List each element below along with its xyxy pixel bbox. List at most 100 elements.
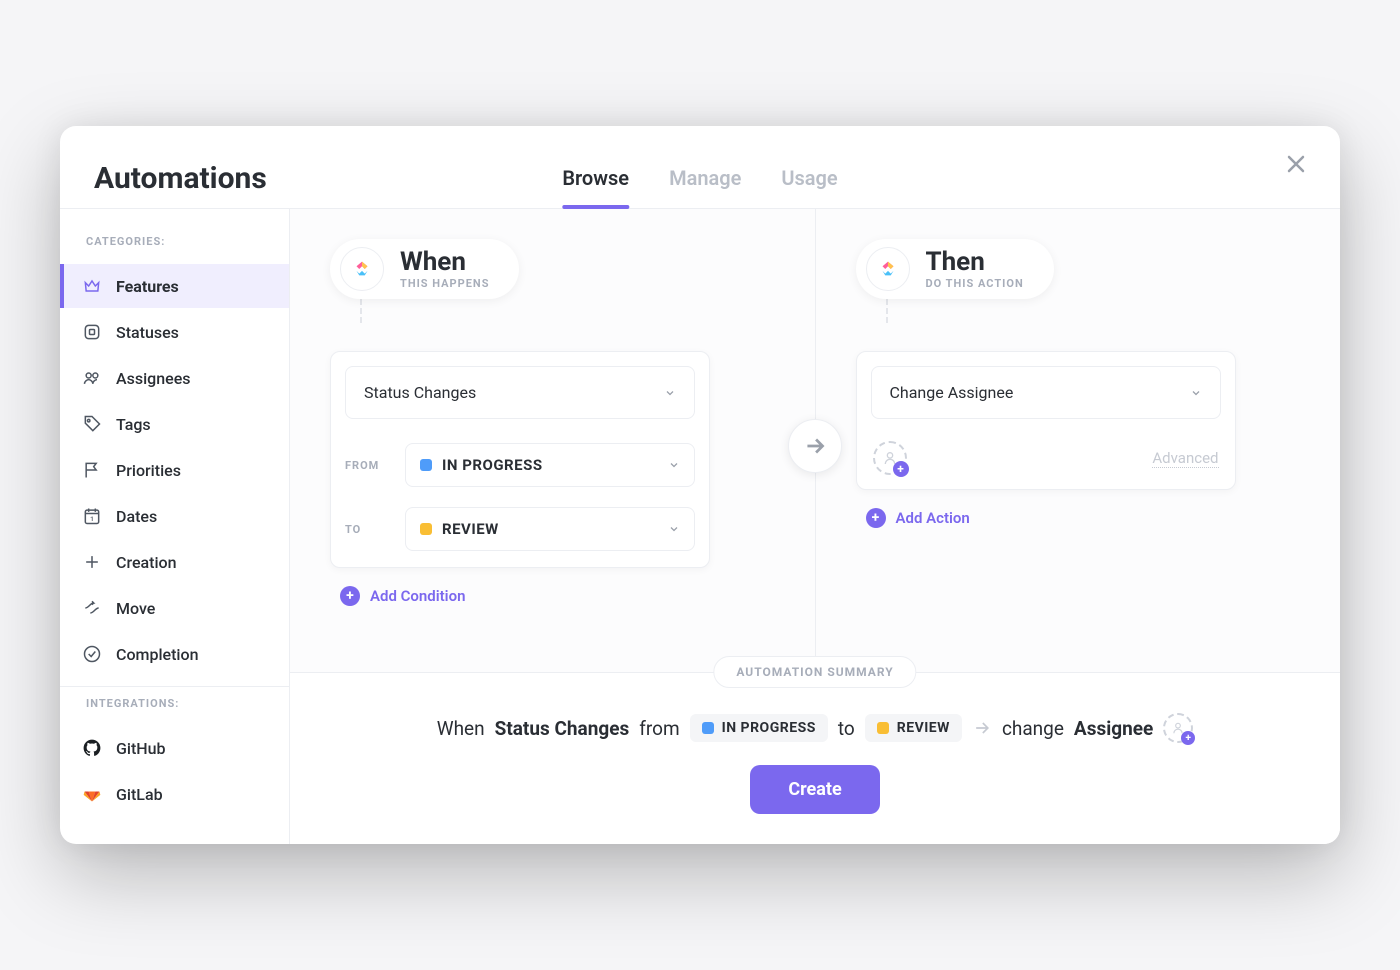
chevron-down-icon [668,459,680,471]
page-title: Automations [94,161,267,196]
plus-circle-icon: + [340,586,360,606]
add-assignee-icon [1163,713,1193,743]
tab-browse[interactable]: Browse [562,160,629,208]
trigger-label: Status Changes [364,383,476,402]
sidebar: CATEGORIES: Features Statuses Assignees … [60,209,290,844]
arrow-right-icon [802,433,828,459]
header-tabs: Browse Manage Usage [562,160,837,208]
then-column: Then DO THIS ACTION Change Assignee [816,209,1341,672]
chip-label: IN PROGRESS [722,720,816,736]
arrow-icon [82,598,102,618]
square-icon [82,322,102,342]
github-icon [82,738,102,758]
summary-change-word: change [1002,717,1064,740]
assignee-row: Advanced [857,433,1235,475]
trigger-select[interactable]: Status Changes [345,366,695,419]
then-card: Change Assignee Advanced [856,351,1236,490]
tab-usage[interactable]: Usage [781,160,837,208]
advanced-link[interactable]: Advanced [1152,449,1218,468]
sidebar-item-completion[interactable]: Completion [60,632,289,676]
summary-badge: AUTOMATION SUMMARY [713,656,916,688]
sidebar-item-label: GitLab [116,785,163,804]
when-card: Status Changes FROM IN PROGRESS [330,351,710,568]
clickup-logo-icon [340,247,384,291]
automation-canvas: When THIS HAPPENS Status Changes FROM [290,209,1340,844]
to-row: TO REVIEW [331,497,709,567]
automation-summary: AUTOMATION SUMMARY When Status Changes f… [290,672,1340,844]
add-action-label: Add Action [896,509,970,527]
sidebar-item-github[interactable]: GitHub [60,726,289,770]
tab-manage[interactable]: Manage [669,160,741,208]
gitlab-icon [82,784,102,804]
check-icon [82,644,102,664]
sidebar-item-label: GitHub [116,739,166,758]
clickup-logo-icon [866,247,910,291]
connector-line [886,299,1301,323]
summary-trigger: Status Changes [495,717,630,740]
sidebar-item-label: Tags [116,415,151,434]
sidebar-item-gitlab[interactable]: GitLab [60,772,289,816]
chip-label: REVIEW [897,720,950,736]
crown-icon [82,276,102,296]
person-icon [1171,721,1185,735]
tag-icon [82,414,102,434]
sidebar-item-label: Completion [116,645,199,664]
sidebar-item-label: Statuses [116,323,179,342]
sidebar-item-label: Priorities [116,461,181,480]
summary-from-chip: IN PROGRESS [690,714,828,742]
add-condition-button[interactable]: + Add Condition [340,586,775,606]
summary-sentence: When Status Changes from IN PROGRESS to … [320,713,1310,743]
then-subtitle: DO THIS ACTION [926,277,1024,290]
add-condition-label: Add Condition [370,587,465,605]
sidebar-item-move[interactable]: Move [60,586,289,630]
create-button[interactable]: Create [750,765,879,814]
connector-line [360,299,775,323]
sidebar-divider [60,686,289,687]
to-status-select[interactable]: REVIEW [405,507,695,551]
chevron-down-icon [1190,387,1202,399]
person-icon [882,450,898,466]
plus-icon [82,552,102,572]
then-title: Then [926,249,1024,275]
sidebar-item-creation[interactable]: Creation [60,540,289,584]
sidebar-item-label: Features [116,277,179,296]
sidebar-item-dates[interactable]: 1 Dates [60,494,289,538]
sidebar-item-label: Move [116,599,155,618]
sidebar-item-assignees[interactable]: Assignees [60,356,289,400]
summary-from-word: from [639,717,679,740]
action-select[interactable]: Change Assignee [871,366,1221,419]
when-subtitle: THIS HAPPENS [400,277,489,290]
sidebar-item-statuses[interactable]: Statuses [60,310,289,354]
arrow-right-icon [972,718,992,738]
automations-modal: Automations Browse Manage Usage CATEGORI… [60,126,1340,844]
sidebar-item-priorities[interactable]: Priorities [60,448,289,492]
from-status-label: IN PROGRESS [442,456,658,474]
summary-to-word: to [838,717,855,740]
modal-body: CATEGORIES: Features Statuses Assignees … [60,209,1340,844]
chevron-down-icon [664,387,676,399]
close-icon [1284,152,1308,176]
close-button[interactable] [1284,152,1310,178]
plus-circle-icon: + [866,508,886,528]
flow-arrow [788,419,842,473]
from-label: FROM [345,459,391,472]
summary-to-chip: REVIEW [865,714,962,742]
to-status-label: REVIEW [442,520,658,538]
calendar-icon: 1 [82,506,102,526]
categories-heading: CATEGORIES: [60,235,289,262]
sidebar-item-tags[interactable]: Tags [60,402,289,446]
when-title: When [400,249,489,275]
summary-when-word: When [437,717,485,740]
sidebar-item-features[interactable]: Features [60,264,289,308]
add-assignee-button[interactable] [873,441,907,475]
action-label: Change Assignee [890,383,1014,402]
when-pill: When THIS HAPPENS [330,239,519,299]
sidebar-item-label: Assignees [116,369,191,388]
add-action-button[interactable]: + Add Action [866,508,1301,528]
status-dot [702,722,714,734]
from-status-select[interactable]: IN PROGRESS [405,443,695,487]
flag-icon [82,460,102,480]
integrations-heading: INTEGRATIONS: [60,697,289,724]
status-dot [420,459,432,471]
when-column: When THIS HAPPENS Status Changes FROM [290,209,815,672]
